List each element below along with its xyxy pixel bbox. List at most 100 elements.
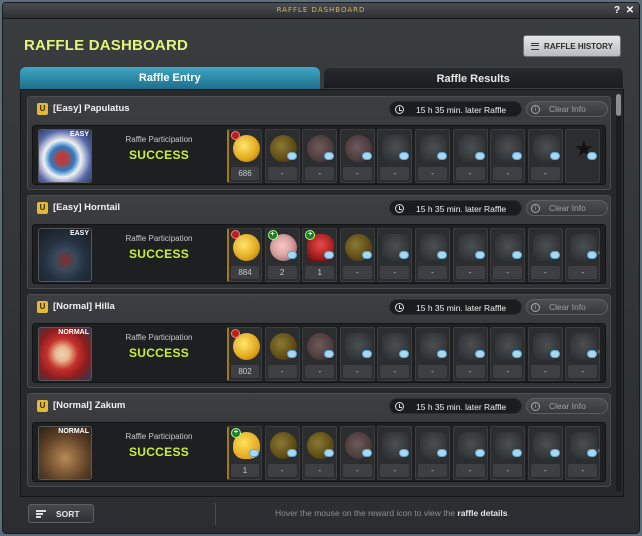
reward-slot[interactable]: - [339, 228, 375, 282]
reward-slot[interactable]: - [452, 228, 488, 282]
window-titlebar[interactable]: RAFFLE DASHBOARD ? ✕ [3, 3, 639, 19]
reward-slot[interactable]: - [490, 228, 526, 282]
footer-bar: SORT Hover the mouse on the reward icon … [3, 499, 639, 533]
reward-slot[interactable]: - [527, 327, 563, 381]
reward-slot[interactable]: - [302, 426, 338, 480]
boss-card-header: U [Normal] Hilla 15 h 35 min. later Raff… [28, 295, 610, 319]
close-button[interactable]: ✕ [624, 4, 636, 17]
footer-divider [215, 503, 216, 525]
cloud-icon [474, 449, 485, 457]
participation-status: Raffle Participation SUCCESS [103, 135, 215, 162]
reward-slot[interactable]: - [377, 426, 413, 480]
raffle-dashboard-window: RAFFLE DASHBOARD ? ✕ RAFFLE DASHBOARD RA… [2, 2, 640, 534]
tab-raffle-entry[interactable]: Raffle Entry [20, 67, 320, 89]
reward-slot[interactable]: +1 [302, 228, 338, 282]
raffle-timer-text: 15 h 35 min. later Raffle [416, 105, 507, 115]
reward-slot[interactable]: 802 [227, 327, 262, 381]
raffle-history-button[interactable]: RAFFLE HISTORY [523, 35, 621, 57]
scroll-right-icon[interactable]: › [597, 346, 603, 358]
info-icon: i [531, 203, 540, 213]
reward-slot[interactable]: - [415, 426, 450, 480]
clock-icon [395, 303, 404, 312]
boss-card-header: U [Easy] Horntail 15 h 35 min. later Raf… [28, 196, 610, 220]
reward-slot[interactable]: - [490, 129, 526, 183]
reward-count: - [568, 266, 598, 279]
reward-count: - [380, 365, 410, 378]
reward-slot[interactable]: - [565, 426, 601, 480]
obtained-badge-icon: + [231, 428, 241, 438]
hint-suffix: . [507, 508, 510, 518]
reward-slot[interactable]: ★ [565, 129, 601, 183]
boss-card-header: U [Easy] Papulatus 15 h 35 min. later Ra… [28, 97, 610, 121]
participation-label: Raffle Participation [125, 234, 193, 243]
scroll-right-icon[interactable]: › [597, 247, 603, 259]
boss-portrait: NORMAL [38, 426, 92, 480]
sort-button[interactable]: SORT [28, 504, 94, 523]
reward-slot[interactable]: - [490, 426, 526, 480]
boss-name: [Easy] Horntail [53, 202, 121, 213]
reward-slot[interactable]: - [302, 129, 338, 183]
reward-slot[interactable]: - [302, 327, 338, 381]
raffle-timer: 15 h 35 min. later Raffle [389, 200, 522, 216]
reward-slot[interactable]: - [264, 327, 300, 381]
reward-slot[interactable]: 686 [227, 129, 262, 183]
reward-slot[interactable]: - [377, 129, 413, 183]
reward-slot[interactable]: - [415, 327, 450, 381]
obtained-badge-icon: + [267, 230, 278, 240]
clear-info-button[interactable]: i Clear Info [526, 398, 608, 414]
reward-slot[interactable]: - [339, 327, 375, 381]
reward-slot[interactable]: - [565, 228, 601, 282]
info-icon: i [531, 104, 540, 114]
sort-icon [36, 510, 46, 518]
info-icon: i [531, 401, 540, 411]
scroll-right-icon[interactable]: › [597, 445, 603, 457]
reward-slot[interactable]: - [415, 228, 450, 282]
reward-slot[interactable]: - [490, 327, 526, 381]
scrollbar-thumb[interactable] [616, 94, 621, 116]
reward-slot[interactable]: +1 [227, 426, 262, 480]
reward-slot[interactable]: 884 [227, 228, 262, 282]
clear-info-button[interactable]: i Clear Info [526, 200, 608, 216]
dashboard-header: RAFFLE DASHBOARD RAFFLE HISTORY [3, 19, 639, 61]
boss-card: U [Normal] Zakum 15 h 35 min. later Raff… [27, 393, 611, 487]
reward-count: - [418, 365, 447, 378]
reward-count: 1 [231, 464, 259, 477]
reward-slot[interactable]: - [415, 129, 450, 183]
cloud-icon [549, 350, 560, 358]
reward-slot[interactable]: - [527, 228, 563, 282]
cloud-icon [361, 251, 372, 259]
help-button[interactable]: ? [611, 4, 623, 17]
reward-slot[interactable]: - [264, 426, 300, 480]
reward-slot[interactable]: - [339, 129, 375, 183]
reward-slot[interactable]: - [527, 426, 563, 480]
reward-count: - [267, 167, 297, 180]
boss-portrait: EASY [38, 129, 92, 183]
participation-label: Raffle Participation [125, 333, 193, 342]
clock-icon [395, 204, 404, 213]
clear-info-label: Clear Info [549, 104, 586, 114]
participation-label: Raffle Participation [125, 432, 193, 441]
clear-info-button[interactable]: i Clear Info [526, 101, 608, 117]
reward-slot[interactable]: +2 [264, 228, 300, 282]
reward-slot[interactable]: - [452, 426, 488, 480]
reward-count: - [530, 167, 560, 180]
cloud-icon [437, 152, 447, 160]
reward-slot[interactable]: - [452, 327, 488, 381]
reward-count: - [455, 167, 485, 180]
cloud-icon [249, 449, 259, 457]
reward-slot[interactable]: - [377, 327, 413, 381]
reward-slot[interactable]: - [452, 129, 488, 183]
reward-count: - [305, 167, 335, 180]
cloud-icon [437, 449, 447, 457]
reward-slot[interactable]: - [377, 228, 413, 282]
boss-card-body: NORMAL Raffle Participation SUCCESS 802-… [32, 323, 606, 383]
tab-raffle-results[interactable]: Raffle Results [322, 67, 624, 89]
reward-slot[interactable]: - [264, 129, 300, 183]
reward-slot[interactable]: - [527, 129, 563, 183]
scrollbar[interactable] [616, 94, 621, 492]
alert-badge-icon [231, 230, 240, 239]
reward-slot[interactable]: - [565, 327, 601, 381]
clear-info-button[interactable]: i Clear Info [526, 299, 608, 315]
reward-slot[interactable]: - [339, 426, 375, 480]
info-icon: i [531, 302, 540, 312]
